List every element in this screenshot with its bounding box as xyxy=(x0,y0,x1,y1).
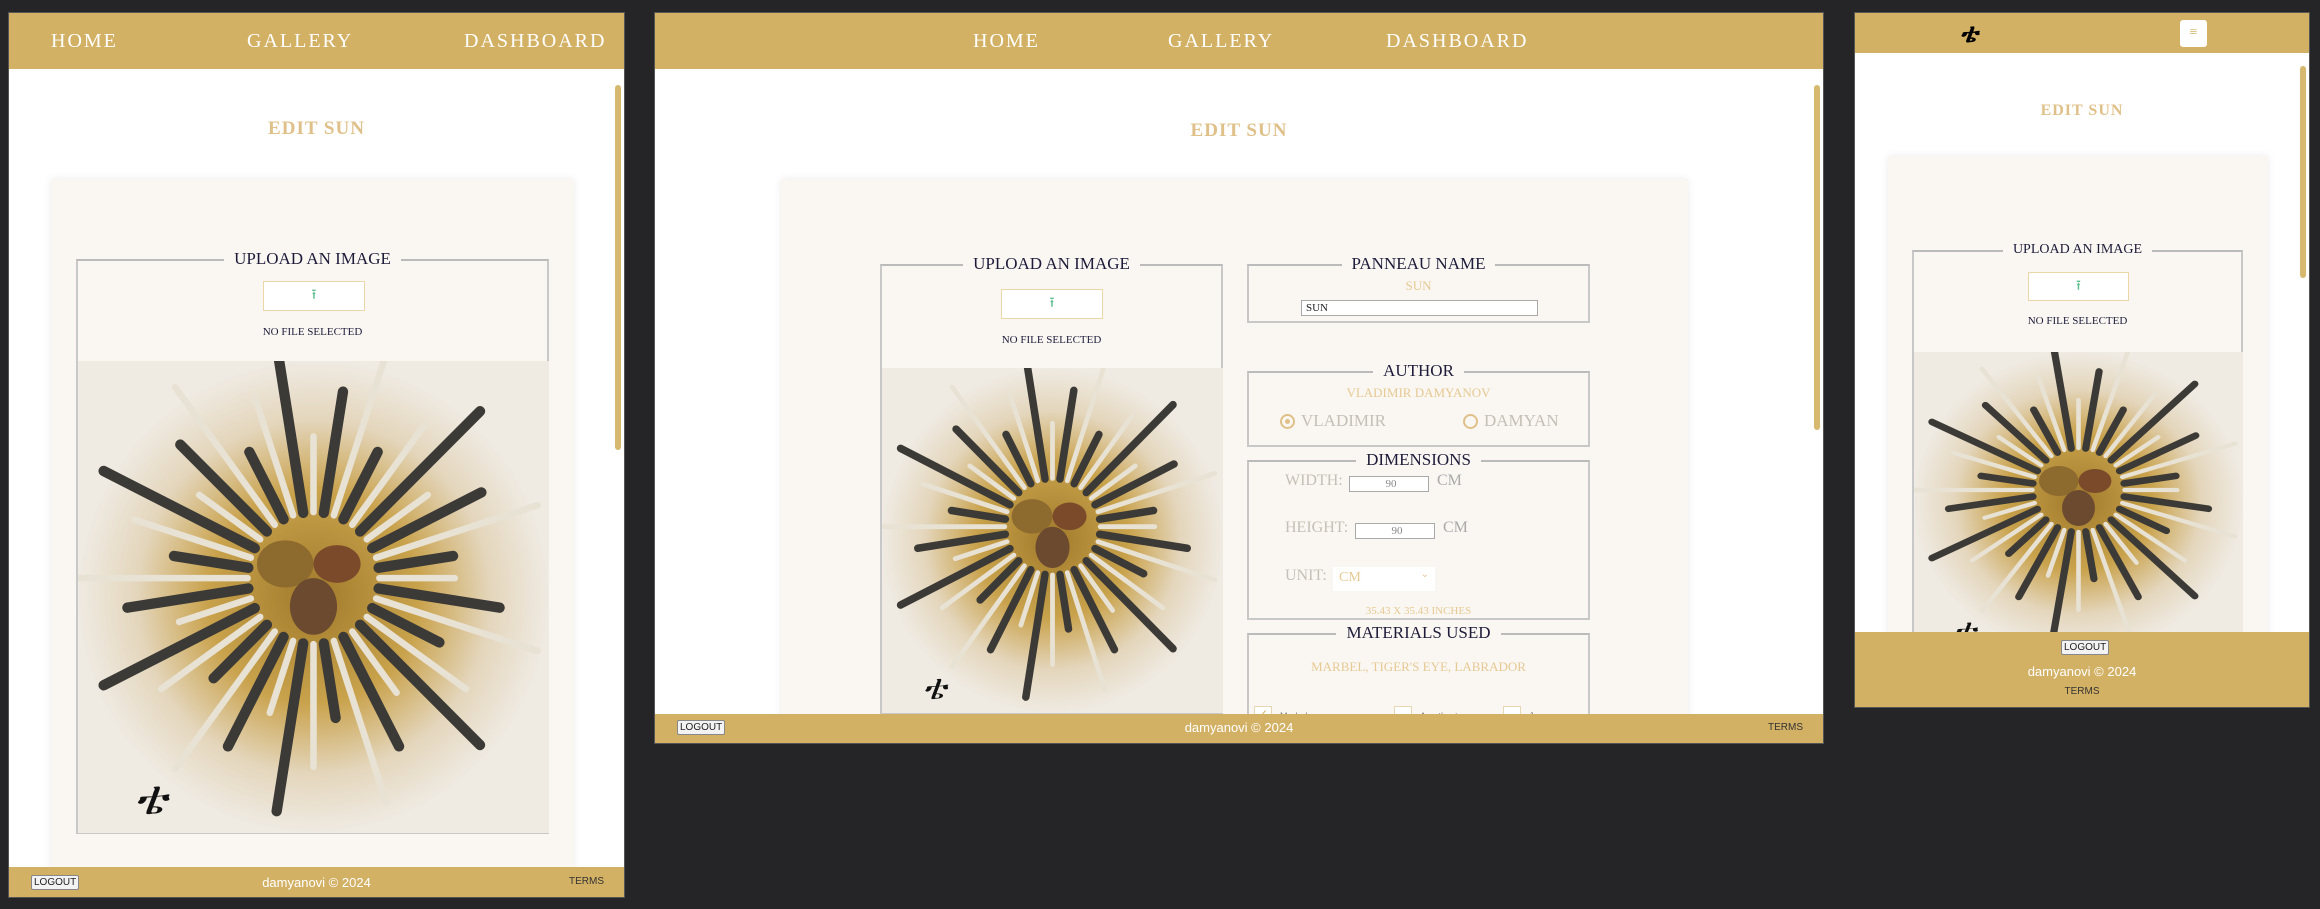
page-title: Edit Sun xyxy=(268,118,365,139)
width-label: Width: xyxy=(1285,472,1343,489)
footer: Logout damyanovi © 2024 Terms xyxy=(9,867,624,897)
dimensions-fieldset: Dimensions Width: 90 cm Height: 90 cm Un… xyxy=(1247,450,1590,620)
upload-icon: ⭱ xyxy=(1049,296,1055,311)
dimensions-summary: 35.43 x 35.43 inches xyxy=(1365,605,1472,617)
hamburger-icon: ≡ xyxy=(2189,25,2198,40)
upload-icon: ⭱ xyxy=(2076,278,2081,294)
edit-card: Upload an image ⭱ No file selected ቴ xyxy=(51,179,574,897)
radio-damyan[interactable] xyxy=(1463,414,1478,429)
upload-legend: Upload an image xyxy=(2002,242,2153,257)
no-file-label: No file selected xyxy=(2027,315,2128,327)
terms-link[interactable]: Terms xyxy=(1768,722,1803,733)
radio-damyan-label: Damyan xyxy=(1484,411,1559,430)
author-fieldset: Author Vladimir Damyanov Vladimir Damyan xyxy=(1247,361,1590,447)
upload-legend: Upload an image xyxy=(963,254,1140,273)
upload-button[interactable]: ⭱ xyxy=(1001,289,1103,319)
height-input[interactable]: 90 xyxy=(1355,523,1435,539)
author-current: Vladimir Damyanov xyxy=(1346,385,1491,400)
footer: Logout damyanovi © 2024 Terms xyxy=(655,714,1823,743)
edit-card: Upload an image ⭱ No file selected ቴ Pan… xyxy=(781,179,1688,743)
menu-toggle-button[interactable]: ≡ xyxy=(2180,20,2207,47)
window-mobile: ቴ ≡ Edit Sun Upload an image ⭱ No file s… xyxy=(1854,12,2310,708)
width-input[interactable]: 90 xyxy=(1349,476,1429,492)
window-medium: Home Gallery Dashboard Edit Sun Upload a… xyxy=(8,12,625,898)
page-title: Edit Sun xyxy=(1190,120,1288,141)
upload-legend: Upload an image xyxy=(224,249,401,268)
upload-button[interactable]: ⭱ xyxy=(2028,272,2129,301)
unit-select[interactable]: cm ⌄ xyxy=(1333,567,1435,591)
nav-home[interactable]: Home xyxy=(973,30,1040,53)
dimensions-legend: Dimensions xyxy=(1356,450,1481,469)
navbar: ቴ ≡ xyxy=(1855,13,2309,53)
upload-icon: ⭱ xyxy=(311,288,317,303)
nav-gallery[interactable]: Gallery xyxy=(1168,30,1274,53)
height-unit: cm xyxy=(1443,519,1468,536)
svg-text:ቴ: ቴ xyxy=(135,773,171,825)
navbar: Home Gallery Dashboard xyxy=(655,13,1823,69)
nav-dashboard[interactable]: Dashboard xyxy=(1386,30,1528,53)
terms-link[interactable]: Terms xyxy=(1855,686,2309,697)
damyanovi-logo[interactable]: ቴ xyxy=(1960,19,1978,50)
panneau-current: Sun xyxy=(1405,278,1432,293)
upload-button[interactable]: ⭱ xyxy=(263,281,365,311)
materials-current: Marbel, Tiger's eye, Labrador xyxy=(1311,659,1526,674)
terms-link[interactable]: Terms xyxy=(569,876,604,887)
no-file-label: No file selected xyxy=(1001,334,1102,346)
nav-gallery[interactable]: Gallery xyxy=(247,30,353,53)
navbar: Home Gallery Dashboard xyxy=(9,13,624,69)
panneau-name-input[interactable]: SUN xyxy=(1301,300,1538,316)
chevron-down-icon: ⌄ xyxy=(1420,569,1429,580)
author-legend: Author xyxy=(1373,361,1464,380)
unit-label: Unit: xyxy=(1285,567,1327,584)
radio-vladimir-label: Vladimir xyxy=(1301,411,1386,430)
logout-button[interactable]: Logout xyxy=(2061,640,2110,655)
nav-home[interactable]: Home xyxy=(51,30,118,53)
height-label: Height: xyxy=(1285,519,1349,536)
svg-text:ቴ: ቴ xyxy=(923,669,949,707)
unit-selected: cm xyxy=(1339,570,1361,585)
page-title: Edit Sun xyxy=(2040,102,2124,119)
width-unit: cm xyxy=(1437,472,1462,489)
materials-legend: Materials used xyxy=(1336,623,1501,642)
copyright: damyanovi © 2024 xyxy=(2027,664,2137,679)
no-file-label: No file selected xyxy=(262,326,363,338)
edit-card: Upload an image ⭱ No file selected ቴ xyxy=(1888,156,2268,656)
upload-fieldset: Upload an image ⭱ No file selected ቴ xyxy=(1912,242,2243,652)
radio-vladimir[interactable] xyxy=(1280,414,1295,429)
copyright: damyanovi © 2024 xyxy=(262,875,371,890)
window-wide: Home Gallery Dashboard Edit Sun Upload a… xyxy=(654,12,1824,744)
upload-fieldset: Upload an image ⭱ No file selected ቴ xyxy=(76,249,549,834)
copyright: damyanovi © 2024 xyxy=(1184,720,1294,735)
panneau-legend: Panneau Name xyxy=(1341,254,1496,273)
upload-fieldset: Upload an image ⭱ No file selected ቴ xyxy=(880,254,1223,714)
panneau-name-fieldset: Panneau Name Sun SUN xyxy=(1247,254,1590,323)
scrollbar[interactable] xyxy=(2300,66,2306,278)
artwork-image: ቴ xyxy=(882,368,1223,713)
artwork-image: ቴ xyxy=(1914,352,2243,652)
artwork-image: ቴ xyxy=(78,361,549,833)
footer: Logout damyanovi © 2024 Terms xyxy=(1855,632,2309,707)
nav-dashboard[interactable]: Dashboard xyxy=(464,30,606,53)
